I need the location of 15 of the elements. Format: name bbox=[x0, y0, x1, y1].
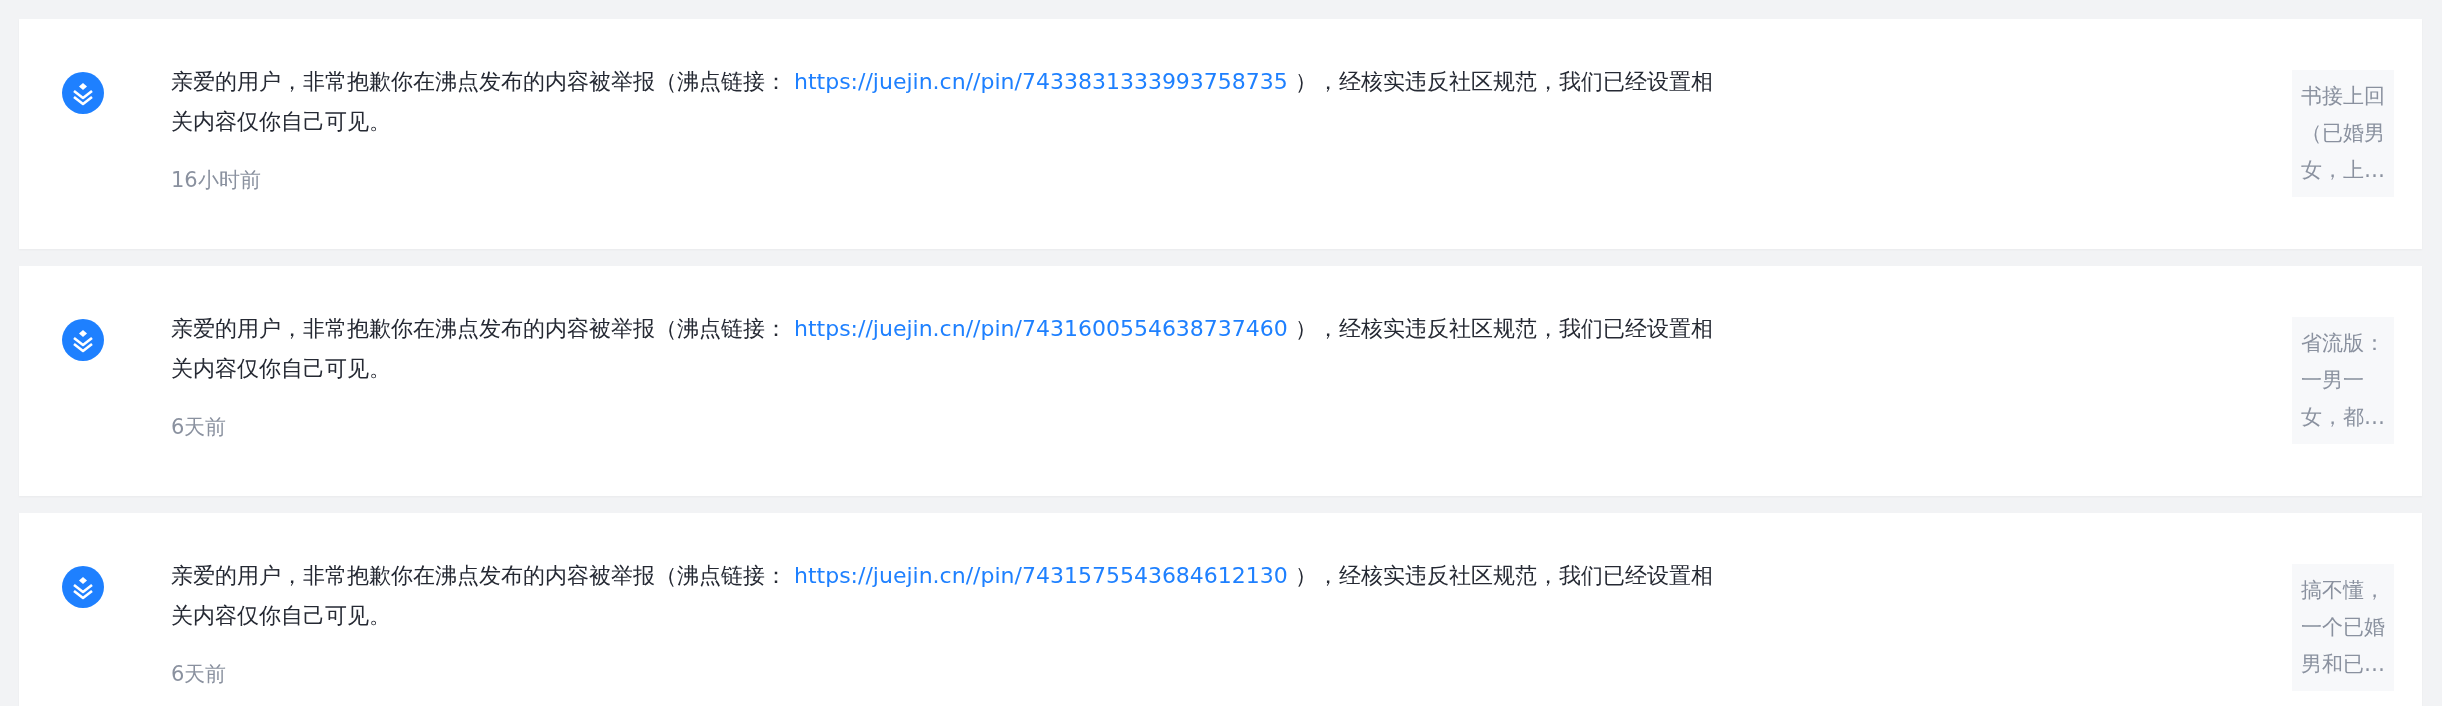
notification-message: 亲爱的用户，非常抱歉你在沸点发布的内容被举报（沸点链接： https://juejin.cn//pin/7433831333993758735 ），经核实违反社区规范，我们已经设置相关内容仅你自己可见。 bbox=[171, 68, 1714, 136]
notification-icon bbox=[62, 566, 104, 608]
pin-preview[interactable]: 搞不懂，一个已婚男和已… bbox=[2292, 564, 2394, 691]
pin-preview[interactable]: 省流版：一男一女，都… bbox=[2292, 317, 2394, 444]
notification-message: 亲爱的用户，非常抱歉你在沸点发布的内容被举报（沸点链接： https://juejin.cn//pin/7431600554638737460 ），经核实违反社区规范，我们已经设置相关内容仅你自己可见。 bbox=[171, 315, 1714, 383]
notification-time: 16小时前 bbox=[171, 167, 262, 194]
pin-preview[interactable]: 书接上回（已婚男女，上… bbox=[2292, 70, 2394, 197]
notification-time: 6天前 bbox=[171, 414, 228, 441]
notification-icon bbox=[62, 72, 104, 114]
pin-link[interactable]: https://juejin.cn//pin/7433831333993758735 bbox=[794, 69, 1288, 94]
pin-link[interactable]: https://juejin.cn//pin/7431575543684612130 bbox=[794, 563, 1288, 588]
notification-icon bbox=[62, 319, 104, 361]
pin-link[interactable]: https://juejin.cn//pin/7431600554638737460 bbox=[794, 316, 1288, 341]
notification-time: 6天前 bbox=[171, 661, 228, 688]
notification-message: 亲爱的用户，非常抱歉你在沸点发布的内容被举报（沸点链接： https://juejin.cn//pin/7431575543684612130 ），经核实违反社区规范，我们已经设置相关内容仅你自己可见。 bbox=[171, 562, 1714, 630]
